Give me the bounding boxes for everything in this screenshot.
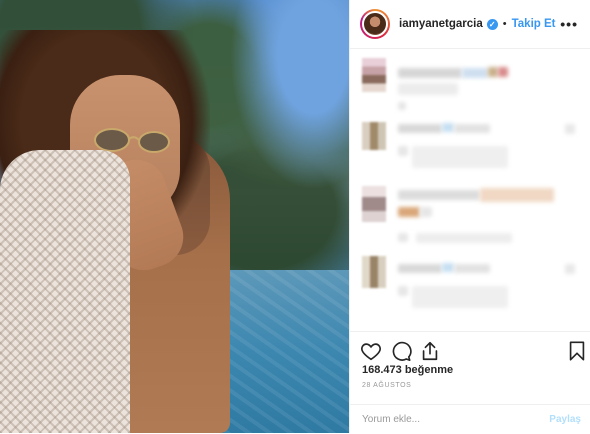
post-date: 28 AĞUSTOS [362,382,412,389]
comment-avatar[interactable] [362,186,386,222]
comments-list [350,50,590,330]
follow-button[interactable]: Takip Et [512,18,556,30]
post-side-panel: iamyanetgarcia ✓ • Takip Et ••• 168.473 … [349,0,590,433]
username-link[interactable]: iamyanetgarcia [399,18,483,30]
comment-avatar[interactable] [362,58,386,92]
photo-sky [230,0,349,190]
avatar-image [362,11,388,37]
post-photo[interactable] [0,0,349,433]
heart-icon[interactable] [360,340,382,362]
comment-avatar[interactable] [362,122,386,150]
header-separator: • [502,18,507,30]
comment-form: Paylaş [350,404,590,434]
verified-badge-icon: ✓ [486,18,498,30]
bookmark-icon[interactable] [566,340,588,362]
avatar[interactable] [360,9,390,39]
comment-avatar[interactable] [362,256,386,288]
comment-bubble-icon[interactable] [390,340,412,362]
post-actions: 168.473 beğenme 28 AĞUSTOS Paylaş [350,331,590,433]
more-options-icon[interactable]: ••• [560,16,578,32]
post-header: iamyanetgarcia ✓ • Takip Et ••• [350,0,590,49]
share-icon[interactable] [419,340,441,362]
instagram-post: iamyanetgarcia ✓ • Takip Et ••• 168.473 … [0,0,590,433]
post-comment-button[interactable]: Paylaş [549,414,581,425]
comment-input[interactable] [362,414,550,425]
photo-knit-top [0,150,130,433]
likes-count[interactable]: 168.473 beğenme [362,364,453,376]
